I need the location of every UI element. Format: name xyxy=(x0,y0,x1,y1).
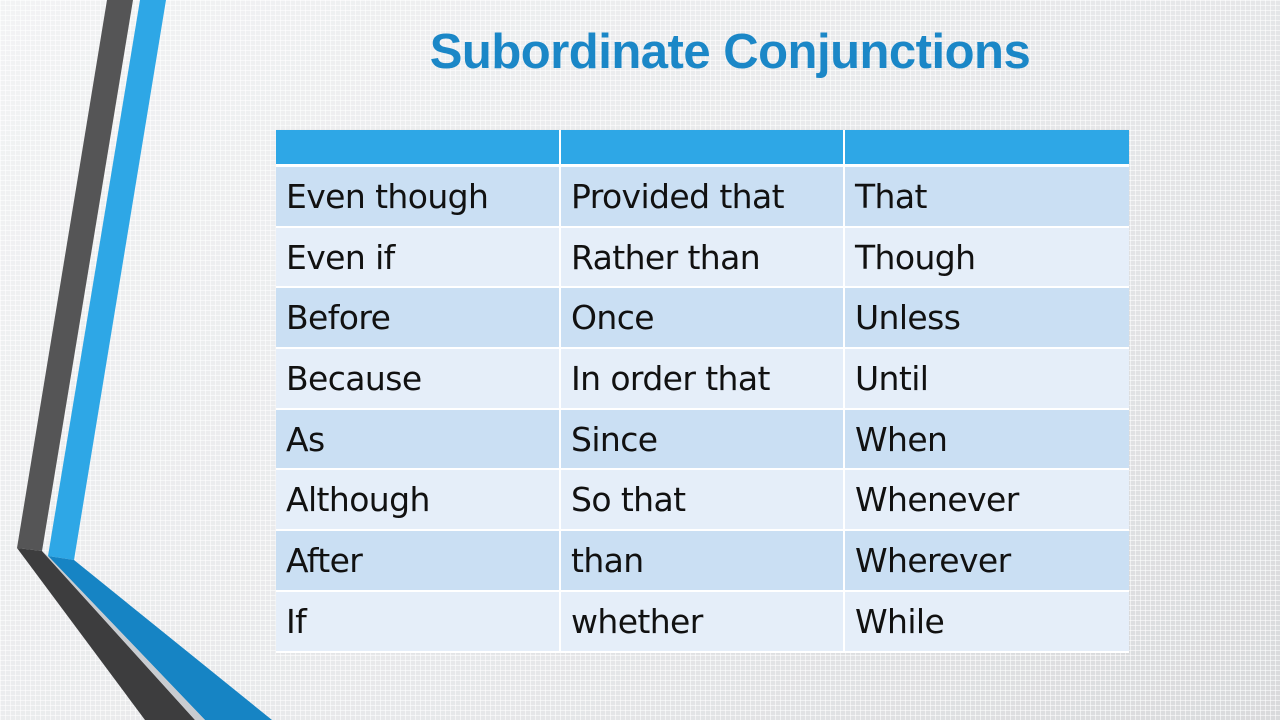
table-cell: Once xyxy=(561,288,845,350)
table-cell: Provided that xyxy=(561,167,845,228)
table-cell: Until xyxy=(845,349,1129,410)
table-cell: As xyxy=(276,409,561,471)
table-cell: That xyxy=(845,167,1129,228)
table-cell: After xyxy=(276,531,561,592)
table-cell: Because xyxy=(276,349,561,410)
table-cell: Even if xyxy=(276,227,561,289)
table-cell: whether xyxy=(561,591,845,653)
table-row: Although So that Whenever xyxy=(276,470,1129,532)
blue-stripe-upper xyxy=(48,0,166,560)
table-row: After than Wherever xyxy=(276,531,1129,592)
table-cell: Whenever xyxy=(845,470,1129,532)
table-cell: Although xyxy=(276,470,561,532)
dark-stripe-upper xyxy=(17,0,133,551)
table-cell: If xyxy=(276,591,561,653)
table-row: Even though Provided that That xyxy=(276,167,1129,228)
header-cell xyxy=(561,130,845,167)
conjunctions-table: Even though Provided that That Even if R… xyxy=(276,130,1129,653)
blue-stripe-lower xyxy=(48,556,272,720)
table-row: Before Once Unless xyxy=(276,288,1129,350)
table-cell: than xyxy=(561,531,845,592)
table-header-row xyxy=(276,130,1129,167)
table-cell: Wherever xyxy=(845,531,1129,592)
stripe-highlight xyxy=(42,551,205,720)
table-cell: So that xyxy=(561,470,845,532)
table-cell: Even though xyxy=(276,167,561,228)
header-cell xyxy=(276,130,561,167)
table-cell: While xyxy=(845,591,1129,653)
dark-stripe-lower xyxy=(17,548,195,720)
table-row: If whether While xyxy=(276,591,1129,653)
table-row: As Since When xyxy=(276,409,1129,471)
table-row: Because In order that Until xyxy=(276,349,1129,410)
header-cell xyxy=(845,130,1129,167)
slide-title: Subordinate Conjunctions xyxy=(429,25,1031,79)
table-cell: Unless xyxy=(845,288,1129,350)
table-cell: In order that xyxy=(561,349,845,410)
table-cell: When xyxy=(845,409,1129,471)
table-cell: Rather than xyxy=(561,227,845,289)
table-cell: Before xyxy=(276,288,561,350)
table-cell: Since xyxy=(561,409,845,471)
table-cell: Though xyxy=(845,227,1129,289)
table-row: Even if Rather than Though xyxy=(276,227,1129,289)
